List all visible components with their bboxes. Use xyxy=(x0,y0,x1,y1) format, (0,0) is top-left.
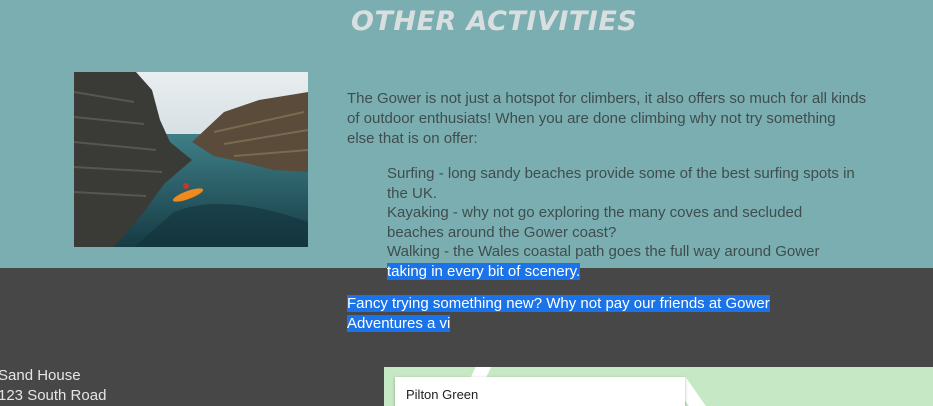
address-line-1: Sand House xyxy=(0,367,81,384)
activity-walking-text: Walking - the Wales coastal path goes th… xyxy=(387,243,820,260)
activities-list: Surfing - long sandy beaches provide som… xyxy=(387,164,857,281)
selected-cta-text: Fancy trying something new? Why not pay … xyxy=(347,295,770,332)
cta-paragraph: Fancy trying something new? Why not pay … xyxy=(347,294,807,334)
activity-walking: Walking - the Wales coastal path goes th… xyxy=(387,242,857,281)
intro-paragraph: The Gower is not just a hotspot for clim… xyxy=(347,90,867,147)
activity-surfing: Surfing - long sandy beaches provide som… xyxy=(387,165,855,202)
kayak-photo xyxy=(74,72,308,247)
section-title: OTHER ACTIVITIES xyxy=(351,6,638,37)
address: Sand House 123 South Road xyxy=(0,366,106,406)
map-place-name: Pilton Green xyxy=(406,387,479,402)
selected-text: taking in every bit of scenery. xyxy=(387,262,581,280)
activity-kayaking: Kayaking - why not go exploring the many… xyxy=(387,204,803,241)
map-place-card[interactable]: Pilton Green xyxy=(395,377,685,406)
address-line-2: 123 South Road xyxy=(0,387,107,404)
